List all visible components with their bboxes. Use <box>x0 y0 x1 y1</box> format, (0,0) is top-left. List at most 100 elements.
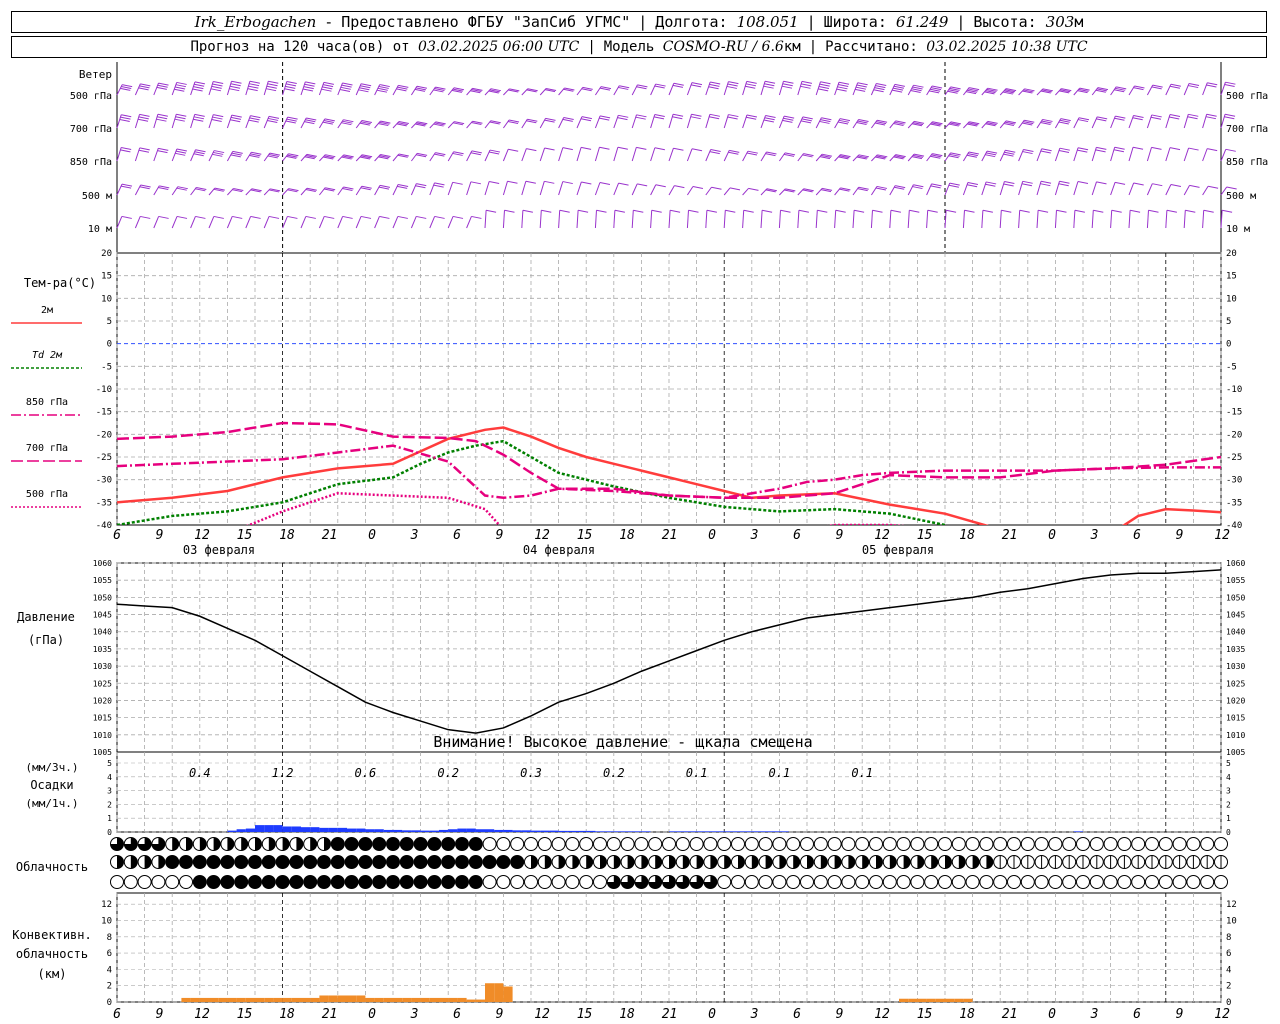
cloud-cover-icon <box>634 837 649 851</box>
hour-label-bottom: 6 <box>793 1007 801 1022</box>
cloud-cover-icon <box>510 875 525 889</box>
wind-barb <box>1073 180 1089 196</box>
wind-barb <box>116 114 132 129</box>
wind-barb <box>668 147 684 162</box>
cloud-cover-icon <box>372 855 387 869</box>
cloud-icon-circle <box>869 875 883 889</box>
wind-barb <box>245 151 262 162</box>
wind-barb-shaft <box>576 210 579 229</box>
precip-bar <box>567 830 577 832</box>
precip-bar <box>531 830 541 832</box>
cloud-icon-fill <box>386 875 400 889</box>
wind-barb <box>355 154 373 162</box>
wind-level-label: 10 м <box>88 224 112 235</box>
cloud-icon-fill <box>779 855 786 869</box>
wind-barb <box>926 153 943 162</box>
cloud-cover-icon <box>234 855 249 869</box>
cloud-icon-circle <box>1200 875 1215 889</box>
conv-bar <box>374 997 384 1002</box>
wind-barb-shaft <box>1183 185 1190 196</box>
precip-bar <box>512 830 522 832</box>
wind-barb-shaft <box>1146 210 1149 229</box>
conv-bar <box>227 997 237 1002</box>
wind-barb-feather <box>212 83 223 87</box>
conv-tick-label-right: 6 <box>1226 949 1231 959</box>
wind-barb-feather <box>964 209 975 213</box>
cloud-icon-circle <box>1020 875 1035 889</box>
wind-barb-feather <box>361 83 372 87</box>
precip-bar <box>678 831 688 832</box>
wind-barb-feather <box>930 185 941 189</box>
cloud-cover-icon <box>938 837 952 851</box>
cloud-icon-fill <box>765 855 773 869</box>
wind-barb <box>981 120 998 129</box>
cloud-cover-icon <box>565 855 580 869</box>
wind-barb-feather <box>213 151 224 155</box>
wind-barb-feather <box>139 85 150 89</box>
cloud-cover-icon <box>855 875 870 889</box>
cloud-cover-icon <box>524 837 538 851</box>
conv-bar <box>457 997 467 1002</box>
cloud-cover-icon <box>717 855 732 869</box>
temp-tick-label-right: 0 <box>1226 340 1231 350</box>
wind-barb <box>539 147 555 162</box>
wind-barb <box>1165 114 1181 129</box>
wind-barb-shaft <box>723 210 726 229</box>
wind-barb <box>245 80 260 96</box>
cloud-icon-fill <box>317 875 331 889</box>
cloud-icon-circle <box>165 875 180 889</box>
hour-label-bottom: 18 <box>959 1007 975 1022</box>
precip-plot-frame <box>116 751 1222 833</box>
cloud-cover-icon <box>896 855 911 869</box>
cloud-icon-fill <box>531 855 538 869</box>
cloud-cover-icon <box>496 875 511 889</box>
wind-barb-shaft <box>466 181 472 196</box>
wind-barb <box>558 147 573 162</box>
wind-barb <box>227 188 244 196</box>
wind-barb-feather <box>673 147 684 151</box>
wind-barb <box>1202 82 1218 96</box>
conv-tick-label-right: 2 <box>1226 982 1231 992</box>
wind-barb-feather <box>763 119 774 123</box>
cloud-icon-circle <box>1158 837 1173 851</box>
wind-barb-feather <box>599 181 611 185</box>
wind-barb-feather <box>1077 180 1089 184</box>
cloud-icon-fill <box>600 855 607 869</box>
cloud-icon-circle <box>689 837 704 851</box>
cloud-cover-icon <box>110 837 124 851</box>
cloud-icon-circle <box>910 837 925 851</box>
wind-level-label-right: 10 м <box>1226 224 1250 235</box>
wind-barb <box>374 120 391 129</box>
wind-barb <box>355 215 372 229</box>
wind-barb <box>650 83 666 96</box>
wind-barb <box>797 188 814 196</box>
wind-barb-feather <box>726 85 737 89</box>
wind-barb <box>116 183 133 196</box>
wind-barb-feather <box>672 113 684 117</box>
wind-barb-shaft <box>705 210 708 229</box>
wind-barb-feather <box>618 114 629 118</box>
hour-label-bottom: 9 <box>156 1007 164 1022</box>
precip-bar <box>255 825 265 832</box>
wind-barb-feather <box>340 86 351 90</box>
wind-barb-feather <box>230 83 241 87</box>
cloud-icon-fill <box>400 837 414 851</box>
wind-barb <box>153 82 169 96</box>
cloud-icon-fill <box>220 875 234 889</box>
wind-barb-feather <box>156 118 167 122</box>
wind-barb-feather <box>1004 151 1015 155</box>
conv-bar <box>356 995 366 1002</box>
wind-barb-shaft <box>392 216 399 229</box>
wind-barb-feather <box>175 84 186 88</box>
cloud-icon-circle <box>496 875 511 889</box>
cloud-cover-icon <box>413 875 428 889</box>
cloud-cover-icon <box>1131 855 1146 869</box>
precip-tick-label: 1 <box>107 814 112 823</box>
conv-bar <box>908 998 918 1002</box>
precip-bar <box>475 829 485 832</box>
conv-bar <box>282 997 292 1002</box>
wind-barb-shaft <box>1202 148 1208 162</box>
cloud-icon-fill <box>296 837 303 851</box>
cloud-cover-icon <box>813 837 828 851</box>
wind-barb <box>429 121 446 129</box>
